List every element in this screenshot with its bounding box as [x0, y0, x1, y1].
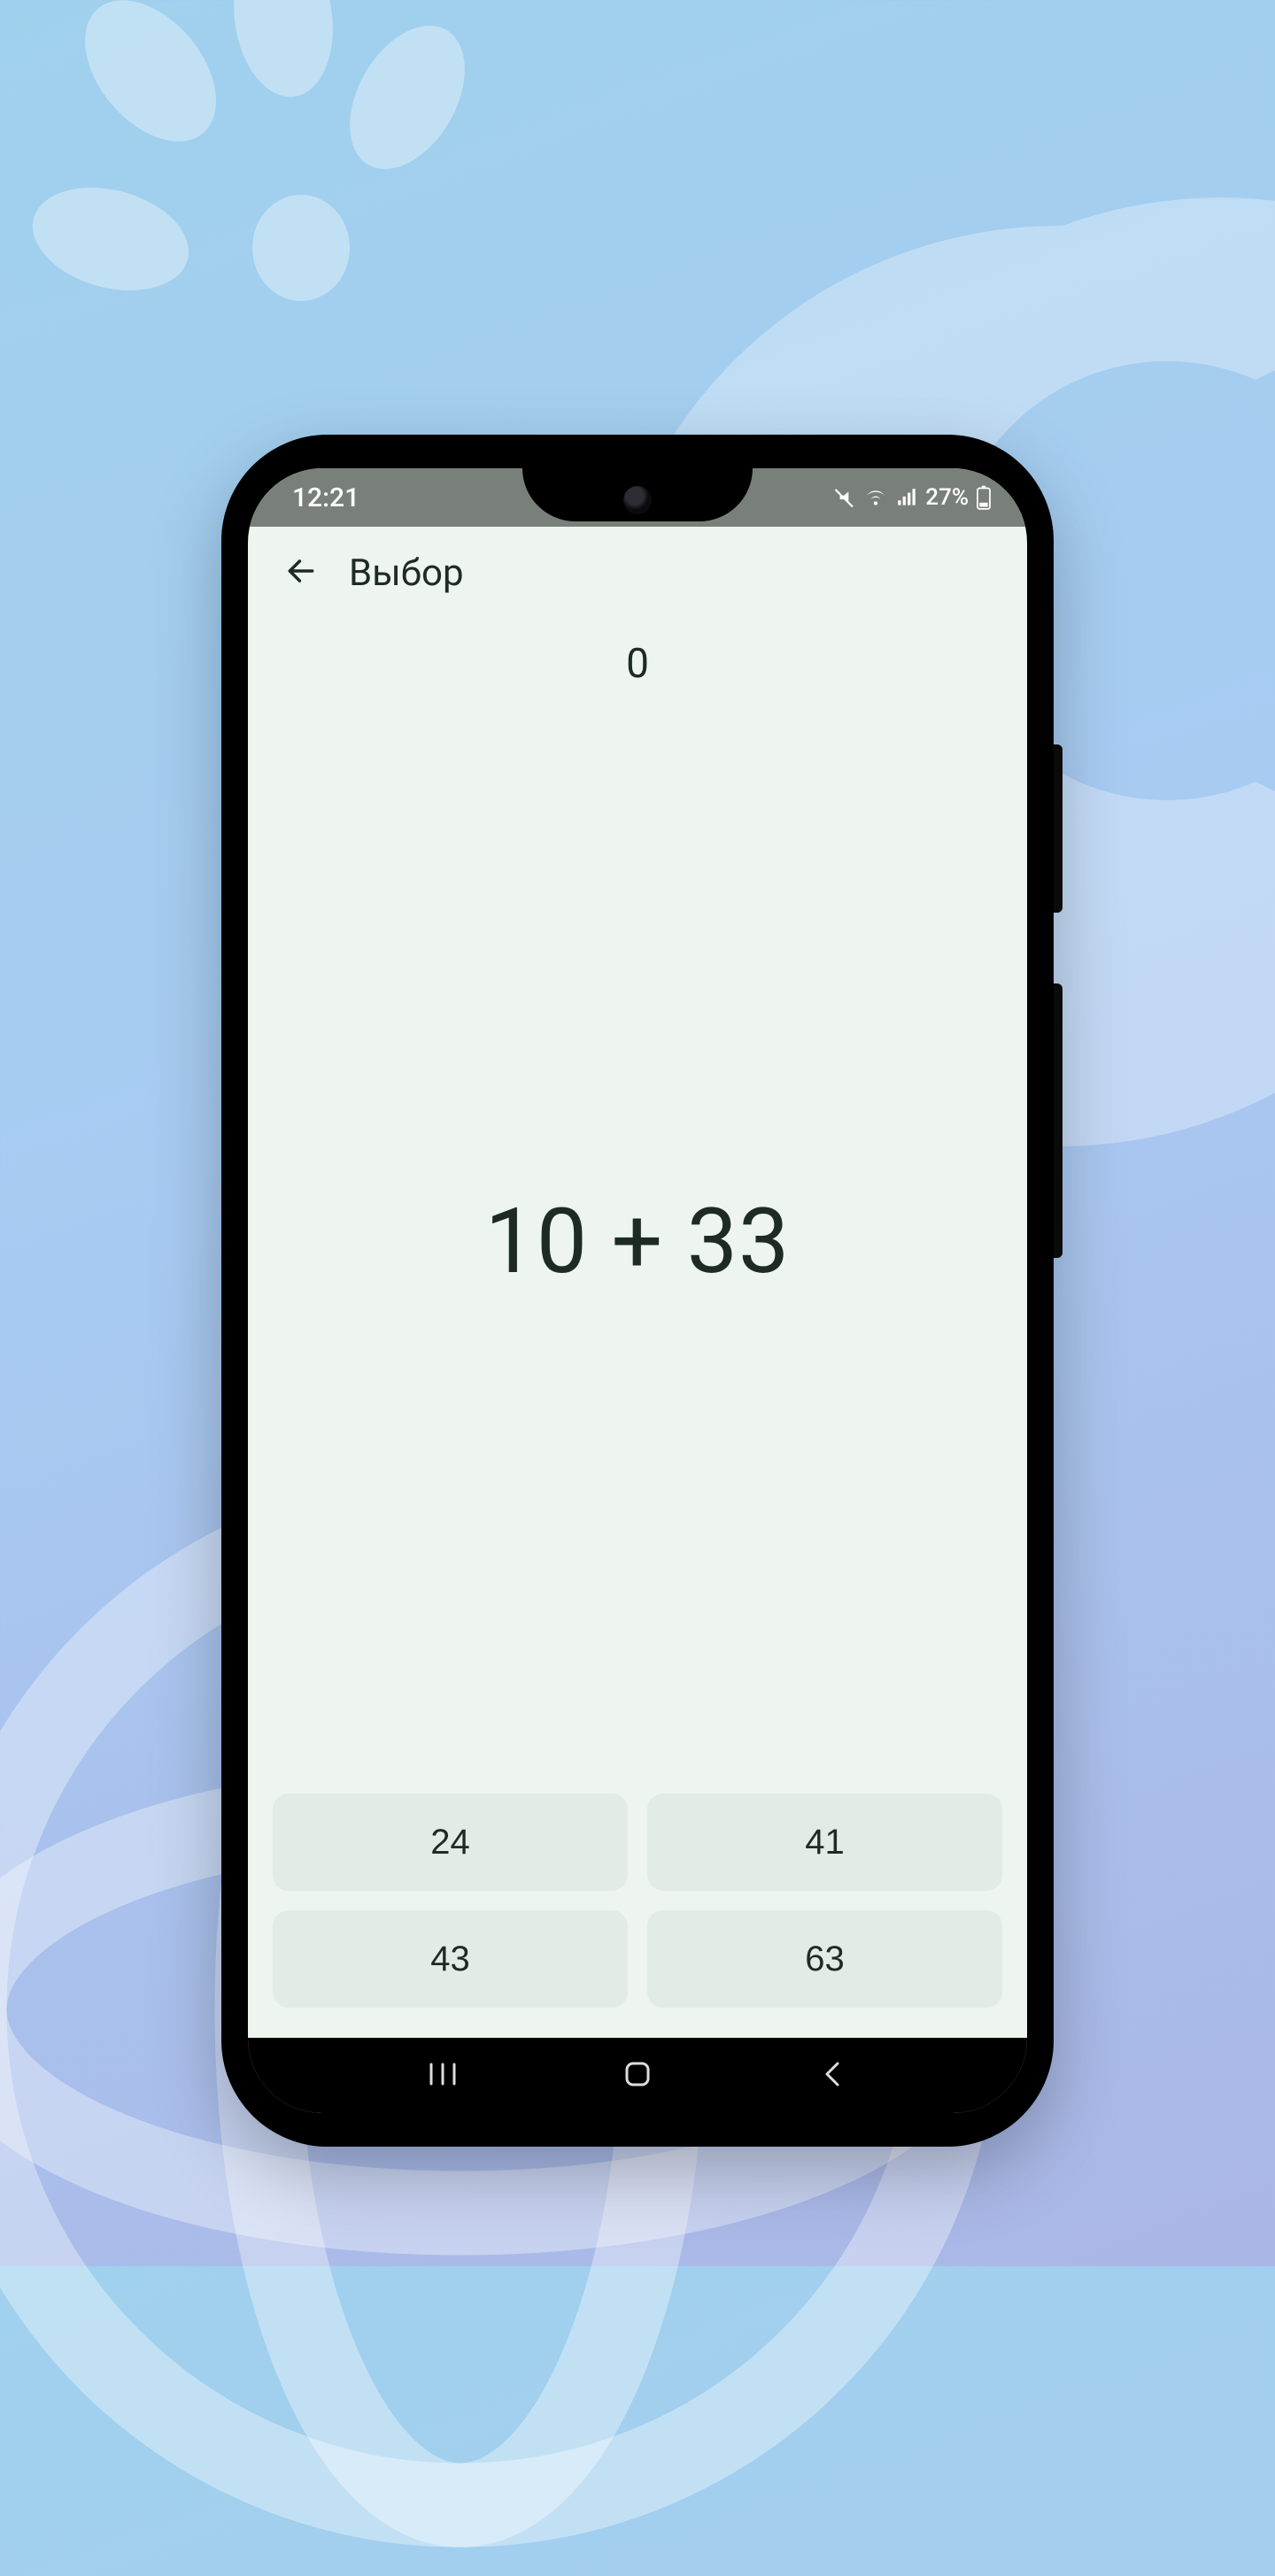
- wifi-icon: [863, 486, 888, 509]
- home-icon: [622, 2059, 653, 2093]
- answer-option-4[interactable]: 63: [647, 1910, 1002, 2008]
- nav-back-button[interactable]: [806, 2049, 859, 2102]
- answers-grid: 24 41 43 63: [248, 1793, 1027, 2038]
- phone-screen: 12:21 27%: [248, 468, 1027, 2113]
- question-area: 10 + 33: [248, 688, 1027, 1793]
- nav-recent-button[interactable]: [416, 2049, 469, 2102]
- answer-option-1[interactable]: 24: [273, 1793, 628, 1891]
- answer-option-3[interactable]: 43: [273, 1910, 628, 2008]
- status-time: 12:21: [292, 482, 359, 513]
- question-text: 10 + 33: [485, 1188, 791, 1294]
- chevron-left-icon: [821, 2059, 844, 2093]
- answer-option-2[interactable]: 41: [647, 1793, 1002, 1891]
- status-right: 27%: [833, 484, 992, 511]
- battery-percentage: 27%: [925, 484, 969, 511]
- phone-side-button-2: [1054, 983, 1062, 1258]
- front-camera: [623, 486, 652, 514]
- recent-apps-icon: [428, 2061, 458, 2091]
- mute-icon: [833, 486, 856, 509]
- app-bar: Выбор: [248, 527, 1027, 619]
- phone-side-button-1: [1054, 744, 1062, 913]
- nav-home-button[interactable]: [611, 2049, 664, 2102]
- score-value: 0: [248, 640, 1027, 688]
- battery-icon: [976, 485, 992, 510]
- bg-petals-deco: [27, 0, 522, 407]
- back-button[interactable]: [278, 550, 324, 596]
- phone-frame: 12:21 27%: [221, 435, 1054, 2147]
- arrow-left-icon: [284, 554, 318, 591]
- android-nav-bar: [248, 2038, 1027, 2113]
- signal-icon: [895, 486, 918, 509]
- app-title: Выбор: [349, 551, 464, 595]
